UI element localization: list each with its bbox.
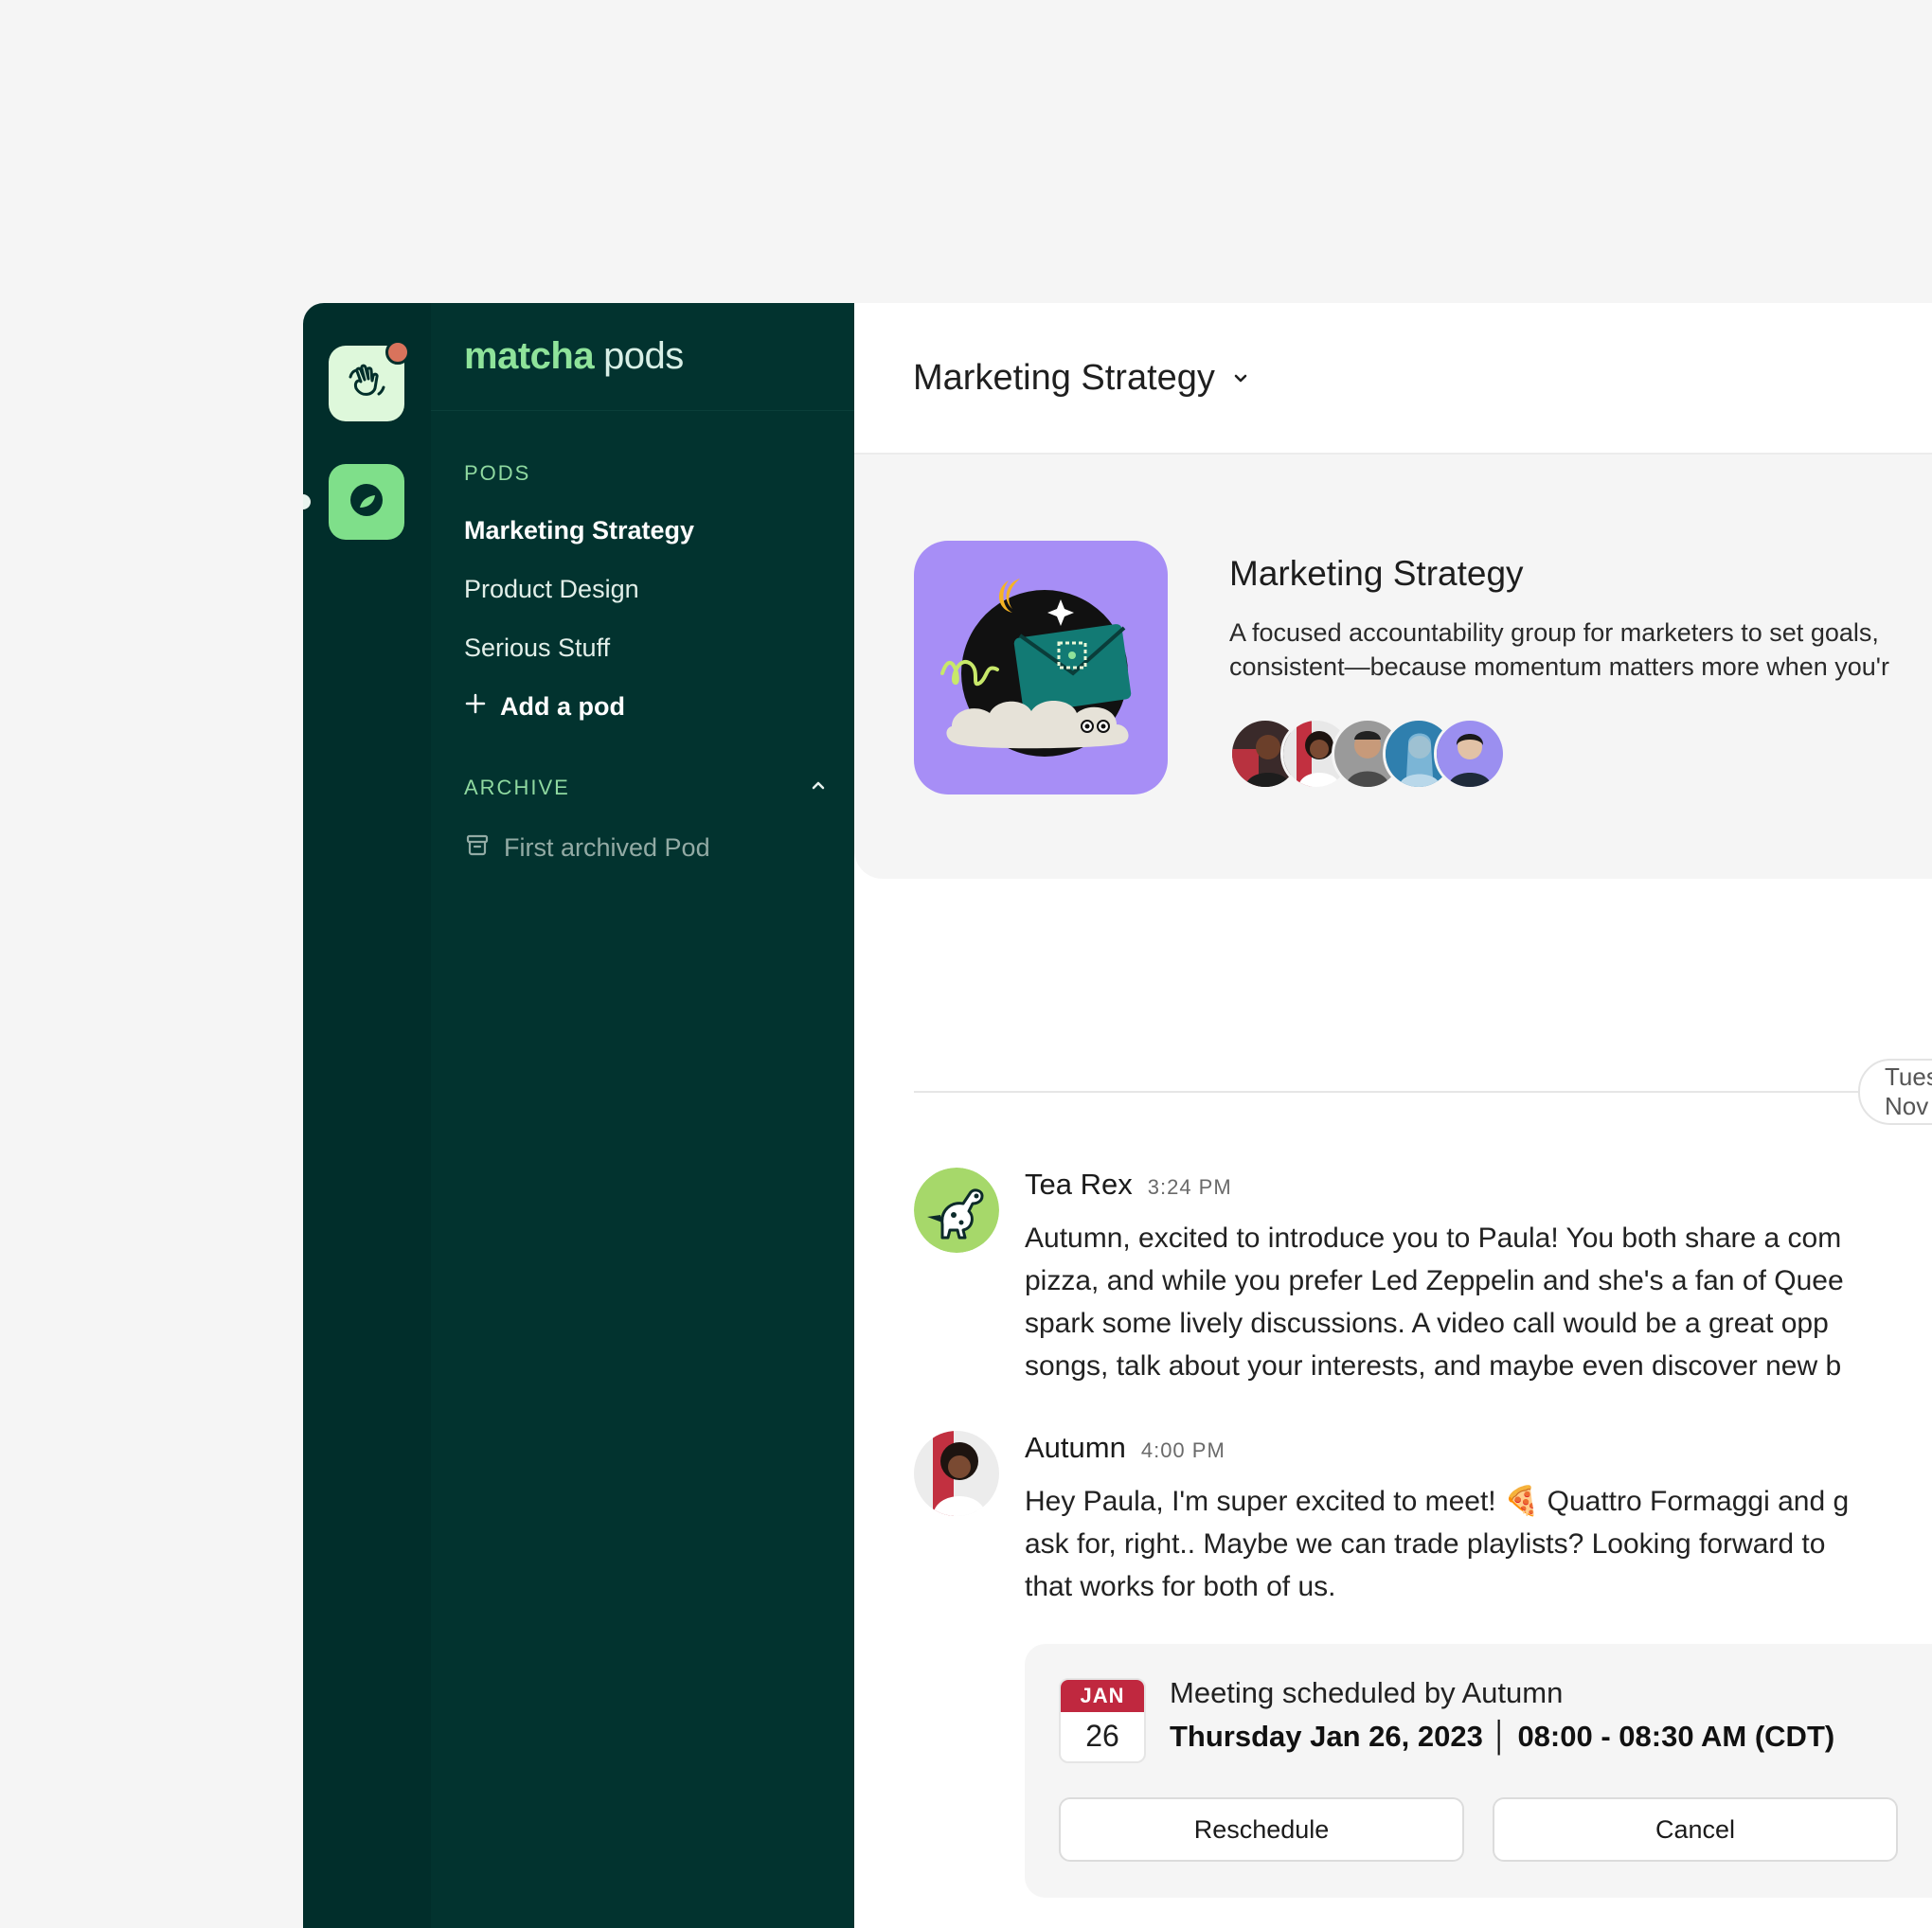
message-line: Autumn, excited to introduce you to Paul… [1025, 1223, 1842, 1254]
logo-matcha: matcha [464, 335, 595, 377]
icon-rail [303, 303, 431, 1928]
pod-title-dropdown[interactable]: Marketing Strategy [913, 358, 1215, 399]
sidebar-header: matcha pods [431, 303, 854, 411]
pod-info-card: Marketing Strategy A focused accountabil… [854, 455, 1932, 879]
pods-button[interactable] [329, 464, 404, 540]
pods-section-label: PODS [464, 461, 531, 485]
meeting-scheduled-by: Meeting scheduled by Autumn [1170, 1676, 1564, 1709]
app-window: matcha pods PODS Marketing Strategy Produ… [303, 303, 1932, 1928]
pods-sidebar: matcha pods PODS Marketing Strategy Produ… [431, 303, 854, 1928]
main-header: Marketing Strategy [854, 303, 1932, 455]
main-panel: Marketing Strategy Marketing Strategy A … [854, 303, 1932, 1928]
pod-description-line-1: A focused accountability group for marke… [1229, 618, 1879, 647]
date-divider: Tuesday, Nov 24 [1858, 1059, 1932, 1125]
calendar-day: 26 [1085, 1719, 1119, 1753]
pods-leaf-icon [346, 479, 387, 526]
meeting-datetime: Thursday Jan 26, 2023 │ 08:00 - 08:30 AM… [1170, 1720, 1835, 1753]
active-indicator [303, 494, 311, 509]
calendar-month: JAN [1061, 1680, 1144, 1712]
message-line: pizza, and while you prefer Led Zeppelin… [1025, 1265, 1844, 1296]
cancel-button[interactable]: Cancel [1493, 1797, 1898, 1862]
archive-section-label: ARCHIVE [464, 776, 570, 799]
message-time: 3:24 PM [1147, 1175, 1232, 1199]
pod-description: A focused accountability group for marke… [1229, 616, 1932, 684]
author-name[interactable]: Tea Rex [1025, 1168, 1133, 1201]
pod-illustration [914, 541, 1168, 794]
collapse-archive-chevron-icon[interactable] [810, 778, 827, 796]
sidebar-item-product-design[interactable]: Product Design [464, 575, 639, 604]
notification-dot [385, 340, 410, 365]
chevron-down-icon[interactable] [1232, 372, 1249, 390]
message-line: spark some lively discussions. A video c… [1025, 1308, 1829, 1339]
archived-pod-label: First archived Pod [504, 833, 710, 862]
wave-hand-icon [345, 360, 388, 408]
archive-box-icon [464, 831, 491, 865]
autumn-avatar[interactable] [914, 1431, 999, 1516]
pod-name: Marketing Strategy [1229, 554, 1524, 593]
message-author: Autumn 4:00 PM [1025, 1431, 1225, 1465]
member-avatar[interactable] [1434, 718, 1506, 790]
add-pod-label: Add a pod [500, 692, 625, 721]
author-name[interactable]: Autumn [1025, 1431, 1126, 1464]
logo-pods: pods [603, 335, 684, 377]
message-text: Autumn, excited to introduce you to Paul… [1025, 1217, 1932, 1387]
message-line: ask for, right.. Maybe we can trade play… [1025, 1528, 1826, 1560]
sidebar-item-serious-stuff[interactable]: Serious Stuff [464, 634, 610, 663]
message-line: Hey Paula, I'm super excited to meet! 🍕 … [1025, 1486, 1850, 1517]
sidebar-item-marketing-strategy[interactable]: Marketing Strategy [464, 516, 694, 545]
add-pod-button[interactable]: Add a pod [464, 692, 625, 722]
matcha-pods-logo: matcha pods [464, 335, 684, 378]
message-line: that works for both of us. [1025, 1571, 1336, 1602]
reschedule-button[interactable]: Reschedule [1059, 1797, 1464, 1862]
archived-pod-item[interactable]: First archived Pod [464, 831, 710, 865]
message-author: Tea Rex 3:24 PM [1025, 1168, 1232, 1202]
message-line: songs, talk about your interests, and ma… [1025, 1350, 1842, 1382]
pod-description-line-2: consistent—because momentum matters more… [1229, 652, 1889, 681]
waves-button[interactable] [329, 340, 410, 421]
message-text: Hey Paula, I'm super excited to meet! 🍕 … [1025, 1480, 1932, 1608]
date-divider-line [914, 1091, 1932, 1093]
calendar-date-icon: JAN 26 [1059, 1678, 1146, 1763]
plus-icon [464, 692, 487, 722]
message-time: 4:00 PM [1140, 1438, 1225, 1462]
tea-rex-avatar[interactable] [914, 1168, 999, 1253]
meeting-card: JAN 26 Meeting scheduled by Autumn Thurs… [1025, 1644, 1932, 1898]
